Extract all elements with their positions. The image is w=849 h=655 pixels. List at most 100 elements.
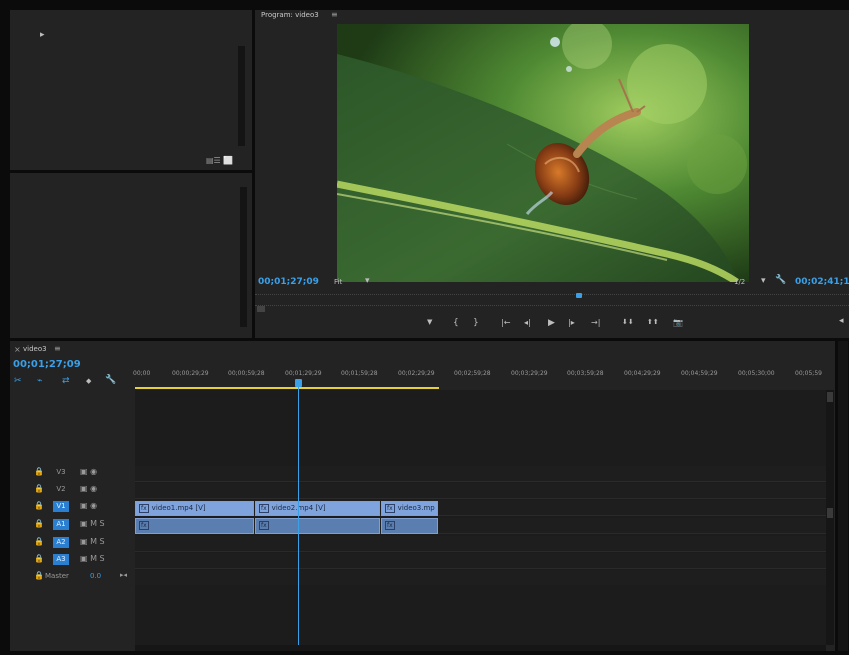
- track-row-v2[interactable]: [135, 483, 826, 499]
- expand-arrow-icon[interactable]: ▸: [40, 30, 45, 40]
- ruler-label: 00;02;29;29: [398, 370, 435, 377]
- clip-name: video1.mp4 [V]: [151, 504, 206, 512]
- ruler-label: 00;05;59: [795, 370, 822, 377]
- step-forward-icon[interactable]: |▸: [568, 318, 575, 327]
- fx-badge[interactable]: fx: [259, 504, 269, 513]
- track-toggle-icons[interactable]: ▣ ◉: [80, 467, 97, 476]
- fx-badge[interactable]: fx: [385, 521, 395, 530]
- add-marker-timeline-icon[interactable]: ◆: [86, 377, 91, 385]
- audio-fx-badge[interactable]: fx: [139, 521, 152, 530]
- timeline-timecode[interactable]: 00;01;27;09: [13, 359, 81, 370]
- extract-icon[interactable]: ⬆⬆: [647, 318, 659, 326]
- video-clip-1[interactable]: fx video1.mp4 [V]: [135, 501, 254, 516]
- master-lock-icon[interactable]: 🔒: [34, 571, 44, 580]
- master-volume-value[interactable]: 0.0: [90, 572, 101, 580]
- fx-badge[interactable]: fx: [385, 504, 395, 513]
- master-end-icon[interactable]: ▸◂: [120, 571, 127, 579]
- audio-clip-3[interactable]: fx: [381, 518, 438, 534]
- scrollbar-thumb[interactable]: [827, 392, 833, 402]
- timeline-tab-name[interactable]: video3: [23, 345, 47, 353]
- linked-selection-icon[interactable]: ⌁: [37, 376, 42, 386]
- mark-out-icon[interactable]: }: [473, 318, 479, 328]
- go-to-out-icon[interactable]: →|: [591, 318, 600, 327]
- settings-wrench-icon[interactable]: 🔧: [775, 275, 786, 285]
- timeline-horizontal-scrollbar[interactable]: [135, 645, 826, 651]
- track-row-master[interactable]: [135, 570, 826, 585]
- track-toggle-icons[interactable]: ▣ ◉: [80, 484, 97, 493]
- timeline-playhead-line[interactable]: [298, 387, 299, 645]
- fx-badge[interactable]: fx: [139, 504, 149, 513]
- lift-icon[interactable]: ⬇⬇: [622, 318, 634, 326]
- panel-scrollbar-2[interactable]: [240, 187, 247, 327]
- track-name-a3[interactable]: A3: [53, 554, 69, 565]
- program-timecode-current[interactable]: 00;01;27;09: [258, 277, 319, 287]
- track-toggle-icons[interactable]: ▣ M S: [80, 554, 105, 563]
- monitor-zoom-bar[interactable]: [257, 306, 265, 312]
- lock-icon[interactable]: 🔒: [34, 501, 44, 510]
- panel-side-arrow-icon[interactable]: ◂: [839, 316, 844, 326]
- timeline-tab-close-icon[interactable]: ×: [14, 345, 21, 354]
- add-marker-icon[interactable]: ▼: [427, 318, 432, 326]
- program-monitor-title[interactable]: Program: video3: [261, 11, 319, 19]
- panel-scrollbar[interactable]: [238, 46, 245, 146]
- resolution-dropdown-chevron-icon[interactable]: ▾: [761, 276, 766, 286]
- monitor-playhead[interactable]: [576, 293, 582, 298]
- panel-footer-icons[interactable]: ▤☰ ⬜: [206, 156, 233, 165]
- lock-icon[interactable]: 🔒: [34, 554, 44, 563]
- export-frame-icon[interactable]: 📷: [673, 318, 683, 327]
- track-name-a1[interactable]: A1: [53, 519, 69, 530]
- go-to-in-icon[interactable]: |←: [501, 318, 510, 327]
- audio-fx-badge[interactable]: fx: [259, 521, 272, 530]
- audio-fx-badge[interactable]: fx: [385, 521, 398, 530]
- track-header-v3[interactable]: 🔒 V3 ▣ ◉: [10, 466, 134, 481]
- add-edit-icon[interactable]: ⇄: [62, 376, 70, 386]
- track-toggle-icons[interactable]: ▣ ◉: [80, 501, 97, 510]
- video-clip-2[interactable]: fx video2.mp4 [V]: [255, 501, 380, 516]
- time-ruler[interactable]: [135, 364, 826, 390]
- fx-badge[interactable]: fx: [139, 521, 149, 530]
- track-header-v1[interactable]: 🔒 V1 ▣ ◉: [10, 500, 134, 515]
- audio-clip-2[interactable]: fx: [255, 518, 380, 534]
- track-header-a1[interactable]: 🔒 A1 ▣ M S: [10, 518, 134, 533]
- timeline-settings-wrench-icon[interactable]: 🔧: [105, 375, 116, 385]
- panel-menu-icon[interactable]: ≡: [331, 10, 338, 19]
- fit-dropdown-label[interactable]: Fit: [334, 278, 342, 286]
- track-toggle-icons[interactable]: ▣ M S: [80, 537, 105, 546]
- scrollbar-thumb[interactable]: [827, 508, 833, 518]
- play-icon[interactable]: ▶: [548, 318, 555, 328]
- video-clip-3[interactable]: fx video3.mp: [381, 501, 438, 516]
- lock-icon[interactable]: 🔒: [34, 484, 44, 493]
- timeline-playhead-head[interactable]: [295, 379, 302, 387]
- track-row-a2[interactable]: [135, 536, 826, 552]
- fit-dropdown-chevron-icon[interactable]: ▾: [365, 276, 370, 286]
- track-name-a2[interactable]: A2: [53, 537, 69, 548]
- track-header-a2[interactable]: 🔒 A2 ▣ M S: [10, 536, 134, 551]
- ruler-label: 00;03;29;29: [511, 370, 548, 377]
- track-header-v2[interactable]: 🔒 V2 ▣ ◉: [10, 483, 134, 498]
- timeline-tab-menu-icon[interactable]: ≡: [54, 344, 61, 353]
- track-toggle-icons[interactable]: ▣ M S: [80, 519, 105, 528]
- resolution-dropdown-label[interactable]: 1/2: [734, 278, 745, 286]
- track-row-v3[interactable]: [135, 466, 826, 482]
- track-header-a3[interactable]: 🔒 A3 ▣ M S: [10, 553, 134, 568]
- track-name-v3[interactable]: V3: [53, 467, 69, 478]
- snap-icon[interactable]: ✂: [14, 376, 22, 386]
- program-timecode-duration: 00;02;41;1: [795, 277, 849, 287]
- monitor-time-ruler[interactable]: [255, 294, 849, 306]
- lock-icon[interactable]: 🔒: [34, 519, 44, 528]
- project-panel-bottom: [10, 173, 252, 338]
- video-frame[interactable]: [337, 24, 749, 282]
- track-header-master[interactable]: 🔒 Master 0.0 ▸◂: [10, 570, 134, 585]
- lock-icon[interactable]: 🔒: [34, 467, 44, 476]
- step-back-icon[interactable]: ◂|: [524, 318, 531, 327]
- mark-in-icon[interactable]: {: [453, 318, 459, 328]
- track-name-v1[interactable]: V1: [53, 501, 69, 512]
- right-edge-scrollbar[interactable]: [838, 341, 848, 651]
- track-row-a3[interactable]: [135, 553, 826, 569]
- fx-badge[interactable]: fx: [259, 521, 269, 530]
- timeline-vertical-scrollbar[interactable]: [826, 390, 834, 645]
- work-area-bar[interactable]: [135, 387, 439, 389]
- audio-clip-1[interactable]: fx: [135, 518, 254, 534]
- track-name-v2[interactable]: V2: [53, 484, 69, 495]
- lock-icon[interactable]: 🔒: [34, 537, 44, 546]
